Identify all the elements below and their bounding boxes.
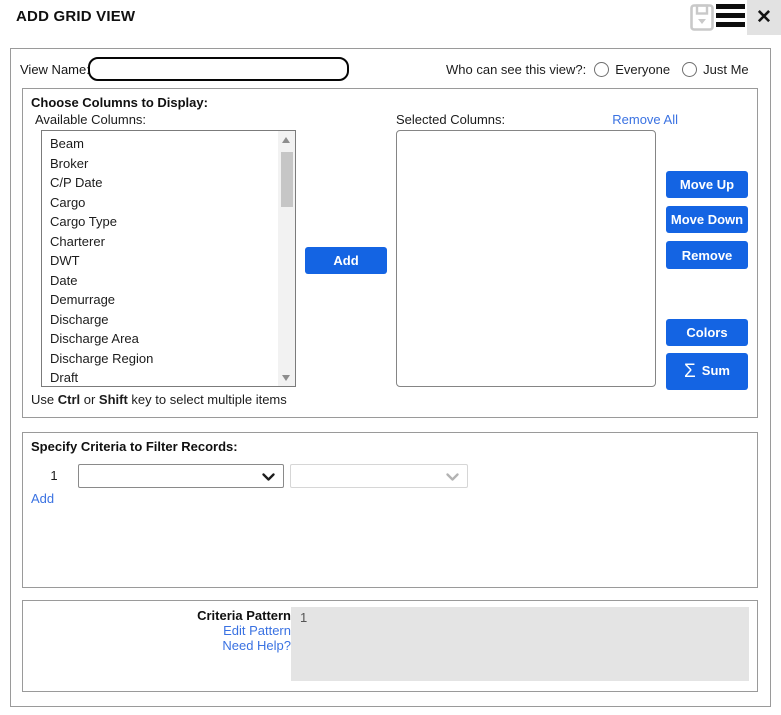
triangle-down: [282, 375, 290, 381]
scrollbar[interactable]: [278, 131, 295, 386]
criteria-pattern-section: Criteria Pattern Edit Pattern Need Help?…: [22, 600, 758, 692]
list-item[interactable]: C/P Date: [42, 173, 278, 193]
list-item[interactable]: Cargo: [42, 193, 278, 213]
remove-all-link[interactable]: Remove All: [598, 112, 678, 127]
list-item[interactable]: DWT: [42, 251, 278, 271]
menu-icon[interactable]: [716, 4, 745, 28]
visibility-question: Who can see this view?:: [446, 62, 586, 77]
edit-pattern-link[interactable]: Edit Pattern: [163, 623, 291, 638]
radio-everyone[interactable]: [594, 62, 609, 77]
scrollbar-thumb[interactable]: [281, 152, 293, 207]
choose-columns-section: Choose Columns to Display: Available Col…: [22, 88, 758, 418]
selected-columns-list[interactable]: [396, 130, 656, 387]
visibility-row: Who can see this view?: Everyone Just Me: [446, 60, 749, 78]
add-criteria-link[interactable]: Add: [31, 491, 54, 506]
criteria-pattern-textarea: 1: [291, 607, 749, 681]
list-item[interactable]: Charterer: [42, 232, 278, 252]
add-grid-view-dialog: ADD GRID VIEW ✕ View Name: Who can see t…: [0, 0, 781, 715]
menu-bar: [716, 22, 745, 27]
need-help-link[interactable]: Need Help?: [163, 638, 291, 653]
page-title: ADD GRID VIEW: [16, 8, 135, 25]
move-up-button[interactable]: Move Up: [666, 171, 748, 198]
choose-columns-heading: Choose Columns to Display:: [31, 95, 208, 110]
criteria-pattern-labels: Criteria Pattern Edit Pattern Need Help?: [163, 608, 291, 653]
sum-button[interactable]: Σ Sum: [666, 353, 748, 390]
radio-just-me-label[interactable]: Just Me: [703, 62, 749, 77]
available-columns-list[interactable]: BeamBrokerC/P DateCargoCargo TypeCharter…: [41, 130, 296, 387]
criteria-pattern-label: Criteria Pattern: [163, 608, 291, 623]
move-down-button[interactable]: Move Down: [666, 206, 748, 233]
view-name-input[interactable]: [88, 57, 349, 81]
list-item[interactable]: Demurrage: [42, 290, 278, 310]
multi-select-note: Use Ctrl or Shift key to select multiple…: [31, 392, 287, 407]
radio-everyone-label[interactable]: Everyone: [615, 62, 670, 77]
menu-bar: [716, 4, 745, 9]
criteria-heading: Specify Criteria to Filter Records:: [31, 439, 238, 454]
triangle-up: [282, 137, 290, 143]
available-columns-label: Available Columns:: [35, 112, 146, 127]
remove-button[interactable]: Remove: [666, 241, 748, 269]
criteria-section: Specify Criteria to Filter Records: 1 Ad…: [22, 432, 758, 588]
add-columns-button[interactable]: Add: [305, 247, 387, 274]
list-item[interactable]: Draft: [42, 368, 278, 387]
scroll-down-icon[interactable]: [278, 369, 295, 386]
list-item[interactable]: Discharge Area: [42, 329, 278, 349]
radio-just-me[interactable]: [682, 62, 697, 77]
sum-button-label: Sum: [702, 363, 730, 378]
sigma-icon: Σ: [684, 361, 696, 382]
criteria-operator-select[interactable]: [290, 464, 468, 488]
chevron-down-icon: [446, 473, 459, 482]
selected-columns-label: Selected Columns:: [396, 112, 505, 127]
chevron-down-icon: [262, 473, 275, 482]
criteria-row-number: 1: [47, 468, 61, 483]
criteria-field-select[interactable]: [78, 464, 284, 488]
list-item[interactable]: Discharge: [42, 310, 278, 330]
scroll-up-icon[interactable]: [278, 131, 295, 148]
available-columns-items: BeamBrokerC/P DateCargoCargo TypeCharter…: [42, 134, 278, 387]
list-item[interactable]: Date: [42, 271, 278, 291]
list-item[interactable]: Cargo Type: [42, 212, 278, 232]
list-item[interactable]: Discharge Region: [42, 349, 278, 369]
menu-bar: [716, 13, 745, 18]
close-icon[interactable]: ✕: [747, 0, 781, 35]
view-name-label: View Name:: [20, 62, 90, 77]
floppy-disk-icon: [690, 4, 714, 31]
colors-button[interactable]: Colors: [666, 319, 748, 346]
list-item[interactable]: Beam: [42, 134, 278, 154]
save-icon[interactable]: [690, 4, 714, 31]
list-item[interactable]: Broker: [42, 154, 278, 174]
